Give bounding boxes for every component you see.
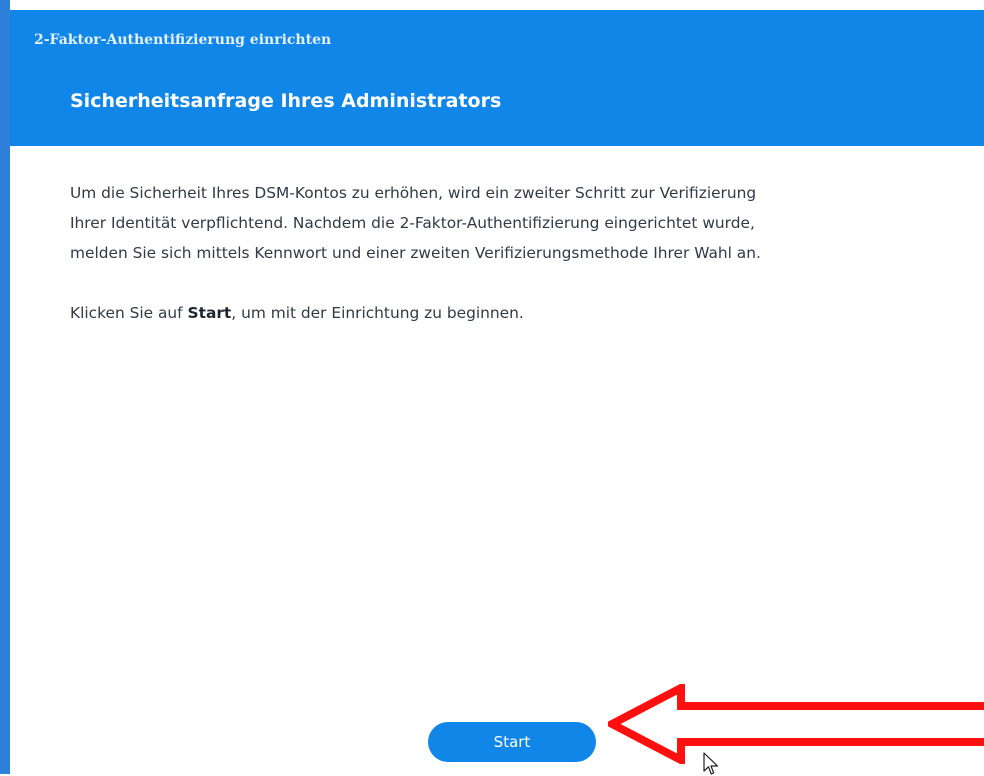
page-title: Sicherheitsanfrage Ihres Administrators <box>70 90 502 112</box>
top-window-edge <box>0 0 984 10</box>
left-window-edge <box>0 0 10 774</box>
dialog-header <box>10 10 984 146</box>
instruction-suffix: , um mit der Einrichtung zu beginnen. <box>231 304 524 322</box>
description-line-1: Um die Sicherheit Ihres DSM-Kontos zu er… <box>70 184 757 202</box>
setup-dialog: 2-Faktor-Authentifizierung einrichten Si… <box>0 0 984 775</box>
red-arrow-icon <box>608 684 984 764</box>
instruction-start-bold: Start <box>187 304 232 322</box>
instruction-prefix: Klicken Sie auf <box>70 304 188 322</box>
start-button[interactable]: Start <box>428 722 596 762</box>
description-line-2: Ihrer Identität verpflichtend. Nachdem d… <box>70 214 755 232</box>
mouse-pointer-icon <box>703 752 719 775</box>
description-line-3: melden Sie sich mittels Kennwort und ein… <box>70 244 761 262</box>
dialog-content: Um die Sicherheit Ihres DSM-Kontos zu er… <box>70 178 950 328</box>
instruction-text: Klicken Sie auf Start, um mit der Einric… <box>70 298 950 328</box>
window-title: 2-Faktor-Authentifizierung einrichten <box>34 32 332 48</box>
